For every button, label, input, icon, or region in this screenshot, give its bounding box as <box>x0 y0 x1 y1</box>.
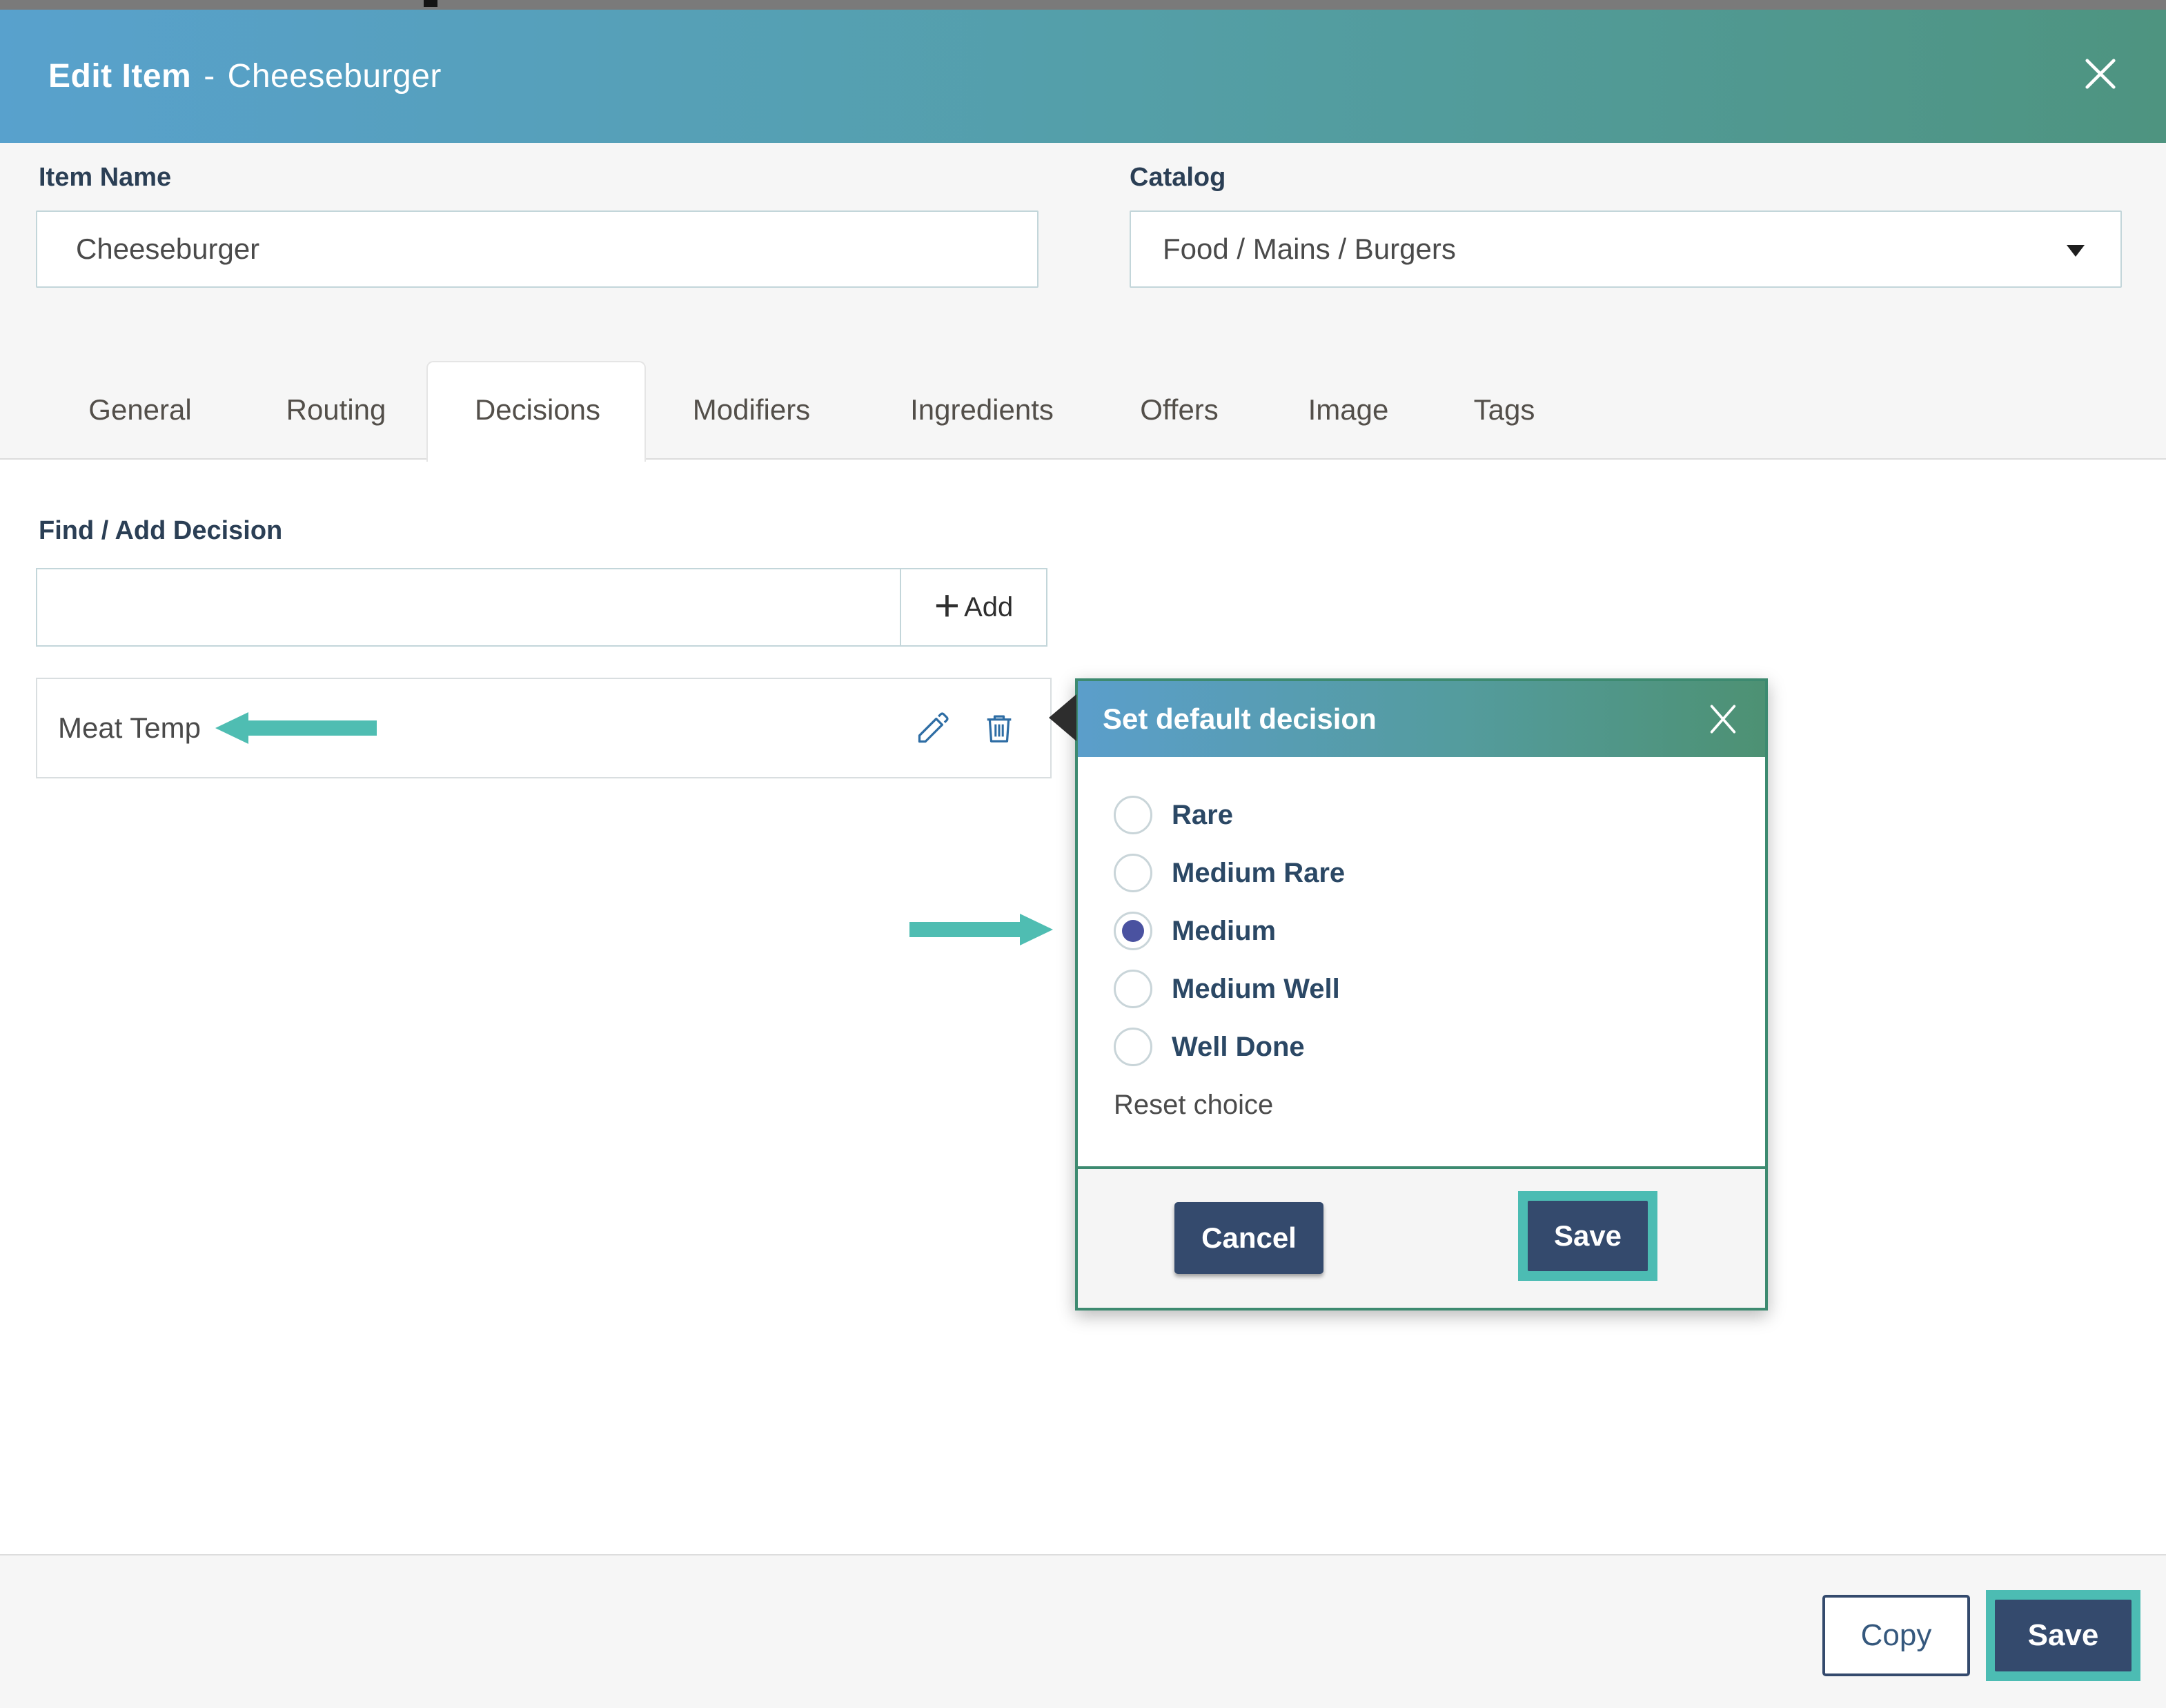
page-title: Edit Item-Cheeseburger <box>48 57 442 95</box>
radio-option-medium[interactable]: Medium <box>1114 902 1345 960</box>
radio-option-label: Medium Rare <box>1172 858 1345 889</box>
radio-icon <box>1114 796 1152 834</box>
add-button-label: Add <box>964 592 1013 623</box>
radio-option-label: Medium Well <box>1172 974 1340 1005</box>
radio-option-medium-rare[interactable]: Medium Rare <box>1114 844 1345 902</box>
tab-ingredients[interactable]: Ingredients <box>910 393 1054 426</box>
radio-icon <box>1114 970 1152 1008</box>
modal-header: Edit Item-Cheeseburger <box>0 10 2166 143</box>
item-name-field[interactable]: Cheeseburger <box>36 210 1038 288</box>
radio-option-label: Rare <box>1172 800 1233 831</box>
popover-save-highlight: Save <box>1518 1191 1657 1281</box>
item-name-label: Item Name <box>39 163 171 193</box>
trash-icon[interactable] <box>981 709 1017 747</box>
popover-header: Set default decision <box>1078 681 1765 757</box>
page-title-item: Cheeseburger <box>228 58 442 95</box>
tab-divider-line <box>0 458 2166 460</box>
arrow-shaft <box>248 720 377 736</box>
decision-list-item[interactable]: Meat Temp <box>36 678 1052 778</box>
top-notch-mark <box>424 0 437 7</box>
radio-option-label: Well Done <box>1172 1032 1305 1063</box>
popover-save-button[interactable]: Save <box>1528 1201 1648 1271</box>
radio-icon <box>1114 854 1152 892</box>
tab-routing[interactable]: Routing <box>286 393 386 426</box>
decision-search-input[interactable] <box>37 569 900 645</box>
close-icon[interactable] <box>2074 47 2127 101</box>
popover-cancel-button[interactable]: Cancel <box>1174 1202 1323 1274</box>
tab-general[interactable]: General <box>88 393 191 426</box>
find-add-decision-label: Find / Add Decision <box>39 516 282 546</box>
popover-footer: Cancel Save <box>1078 1169 1765 1308</box>
decision-row-actions <box>915 679 1017 777</box>
tab-offers[interactable]: Offers <box>1140 393 1219 426</box>
tab-modifiers[interactable]: Modifiers <box>693 393 810 426</box>
item-name-value: Cheeseburger <box>76 233 259 266</box>
popover-close-icon[interactable] <box>1700 696 1746 742</box>
popover-title: Set default decision <box>1103 703 1377 736</box>
chevron-down-icon <box>2067 245 2085 257</box>
arrow-head <box>1020 914 1053 945</box>
save-button-highlight: Save <box>1986 1590 2140 1681</box>
arrow-shaft <box>909 922 1021 937</box>
radio-selected-icon <box>1114 912 1152 950</box>
close-icon-glyph <box>2078 51 2123 97</box>
radio-icon <box>1114 1028 1152 1066</box>
popover-pointer-icon <box>1049 694 1076 741</box>
set-default-decision-popover: Set default decision Rare Medium Rare Me… <box>1075 678 1768 1311</box>
decision-name: Meat Temp <box>58 711 201 745</box>
tab-decisions[interactable]: Decisions <box>475 393 600 426</box>
catalog-dropdown[interactable]: Food / Mains / Burgers <box>1130 210 2122 288</box>
radio-option-well-done[interactable]: Well Done <box>1114 1018 1345 1076</box>
top-page-strip <box>0 0 2166 10</box>
decision-search-group: + Add <box>36 568 1047 647</box>
add-decision-button[interactable]: + Add <box>900 569 1046 645</box>
reset-choice-link[interactable]: Reset choice <box>1114 1090 1273 1121</box>
radio-option-label: Medium <box>1172 916 1276 947</box>
arrow-head <box>215 712 248 744</box>
close-icon-glyph <box>1704 700 1742 738</box>
default-decision-options: Rare Medium Rare Medium Medium Well Well… <box>1114 786 1345 1076</box>
radio-option-medium-well[interactable]: Medium Well <box>1114 960 1345 1018</box>
radio-option-rare[interactable]: Rare <box>1114 786 1345 844</box>
tab-image[interactable]: Image <box>1308 393 1389 426</box>
save-button[interactable]: Save <box>1995 1600 2131 1671</box>
edit-pencil-icon[interactable] <box>915 709 951 747</box>
plus-icon: + <box>934 585 960 626</box>
catalog-label: Catalog <box>1130 163 1225 193</box>
catalog-value: Food / Mains / Burgers <box>1163 233 1456 266</box>
page-title-action: Edit Item <box>48 58 191 95</box>
tab-tags[interactable]: Tags <box>1474 393 1535 426</box>
copy-button[interactable]: Copy <box>1822 1595 1970 1676</box>
page-title-separator: - <box>204 58 215 95</box>
